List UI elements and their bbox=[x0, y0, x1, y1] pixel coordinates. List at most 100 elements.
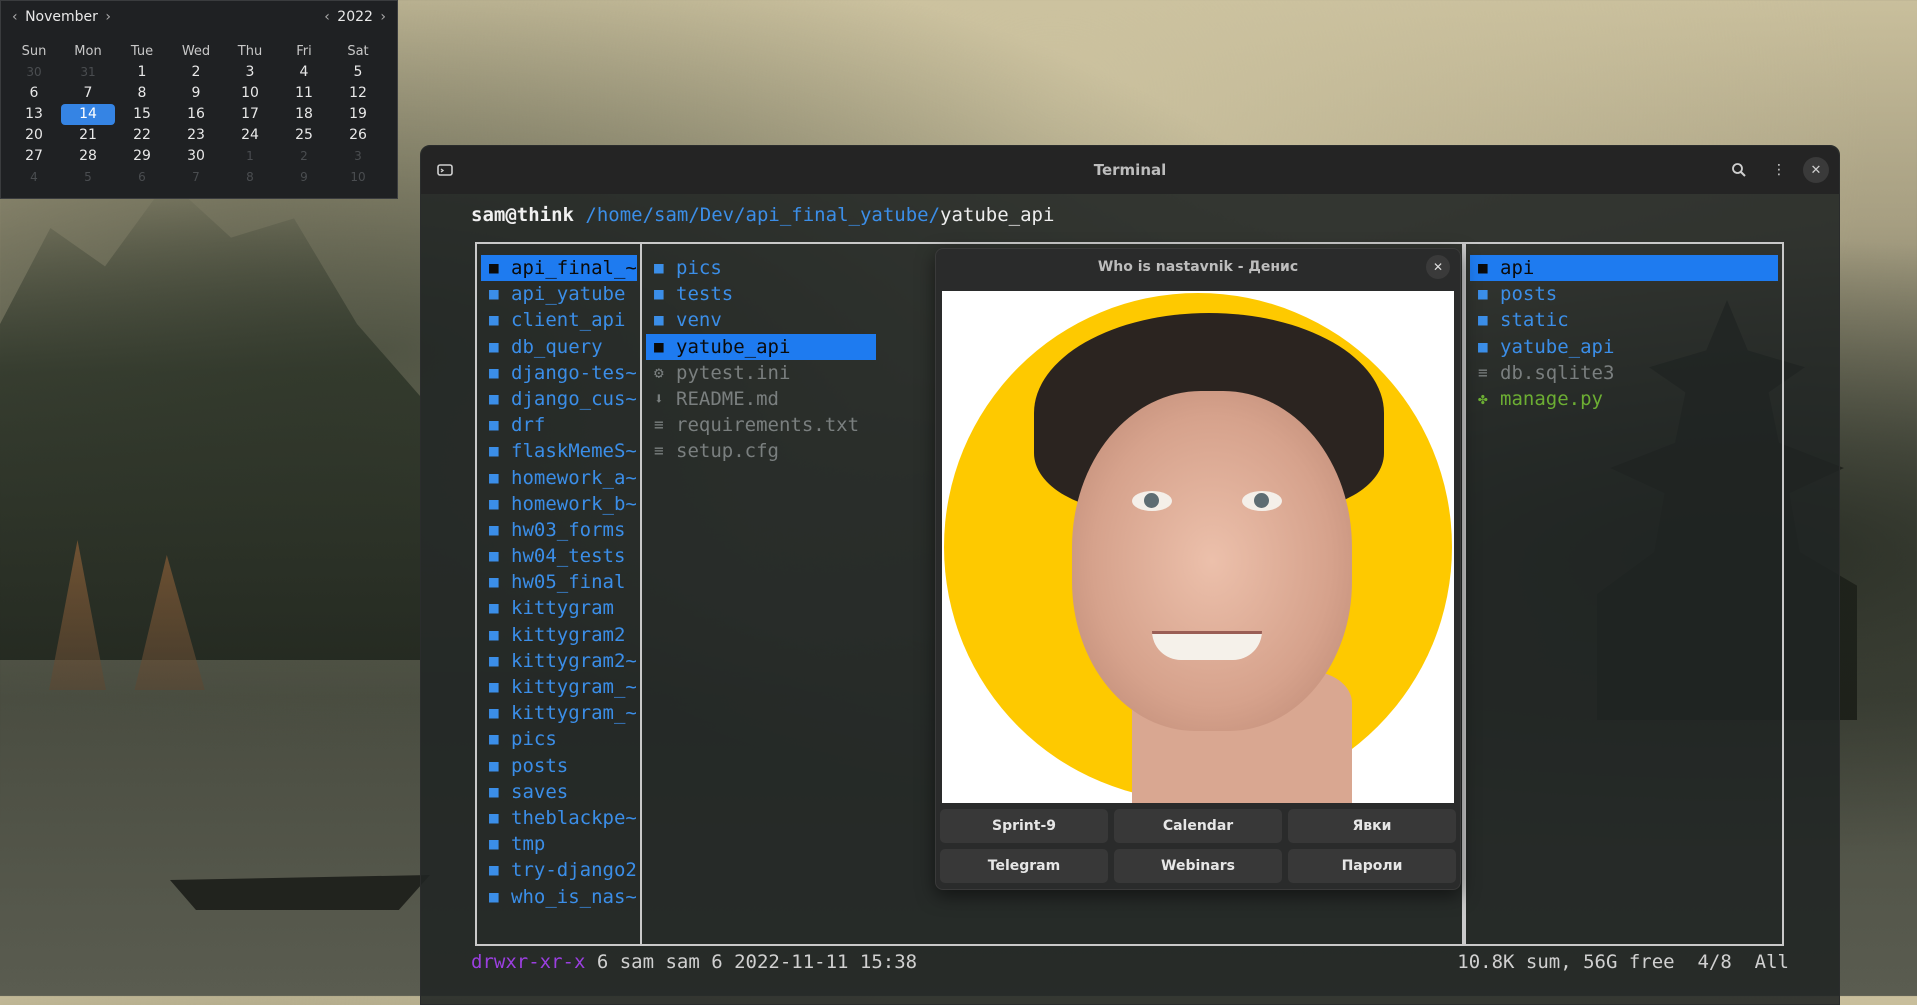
close-icon[interactable]: ✕ bbox=[1803, 157, 1829, 183]
calendar-day[interactable]: 3 bbox=[331, 146, 385, 167]
file-entry[interactable]: ✤ manage.py bbox=[1470, 386, 1778, 412]
calendar-day[interactable]: 6 bbox=[115, 167, 169, 188]
folder-entry[interactable]: ■ pics bbox=[646, 255, 876, 281]
month-next-icon[interactable]: › bbox=[102, 9, 114, 25]
calendar-day[interactable]: 5 bbox=[61, 167, 115, 188]
folder-entry[interactable]: ■ kittygram_~ bbox=[481, 700, 637, 726]
folder-entry[interactable]: ■ kittygram_~ bbox=[481, 674, 637, 700]
calendar-day[interactable]: 28 bbox=[61, 146, 115, 167]
calendar-day[interactable]: 30 bbox=[7, 62, 61, 83]
file-entry[interactable]: ≡ requirements.txt bbox=[646, 412, 876, 438]
calendar-day[interactable]: 12 bbox=[331, 83, 385, 104]
folder-entry[interactable]: ■ drf bbox=[481, 412, 637, 438]
calendar-day[interactable]: 9 bbox=[277, 167, 331, 188]
calendar-day[interactable]: 13 bbox=[7, 104, 61, 125]
month-prev-icon[interactable]: ‹ bbox=[9, 9, 21, 25]
folder-icon: ■ bbox=[489, 415, 499, 435]
popup-close-icon[interactable]: ✕ bbox=[1426, 255, 1450, 279]
calendar-day[interactable]: 17 bbox=[223, 104, 277, 125]
folder-entry[interactable]: ■ db_query bbox=[481, 334, 637, 360]
calendar-day[interactable]: 4 bbox=[7, 167, 61, 188]
popup-button[interactable]: Telegram bbox=[940, 849, 1108, 883]
calendar-day[interactable]: 2 bbox=[169, 62, 223, 83]
calendar-day[interactable]: 5 bbox=[331, 62, 385, 83]
calendar-day[interactable]: 11 bbox=[277, 83, 331, 104]
popup-button[interactable]: Явки bbox=[1288, 809, 1456, 843]
folder-entry[interactable]: ■ api_final_~ bbox=[481, 255, 637, 282]
folder-entry[interactable]: ■ posts bbox=[1470, 281, 1778, 307]
calendar-day[interactable]: 2 bbox=[277, 146, 331, 167]
calendar-day[interactable]: 8 bbox=[115, 83, 169, 104]
calendar-day[interactable]: 26 bbox=[331, 125, 385, 146]
calendar-day[interactable]: 7 bbox=[61, 83, 115, 104]
folder-entry[interactable]: ■ yatube_api bbox=[646, 333, 876, 360]
calendar-day[interactable]: 27 bbox=[7, 146, 61, 167]
file-entry[interactable]: ⬇ README.md bbox=[646, 386, 876, 412]
popup-button[interactable]: Sprint-9 bbox=[940, 809, 1108, 843]
calendar-day[interactable]: 1 bbox=[223, 146, 277, 167]
folder-entry[interactable]: ■ django_cus~ bbox=[481, 386, 637, 412]
year-prev-icon[interactable]: ‹ bbox=[321, 9, 333, 25]
calendar-day[interactable]: 10 bbox=[331, 167, 385, 188]
calendar-day[interactable]: 25 bbox=[277, 125, 331, 146]
folder-entry[interactable]: ■ kittygram bbox=[481, 595, 637, 621]
popup-header[interactable]: Who is nastavnik - Денис ✕ bbox=[936, 249, 1460, 285]
folder-entry[interactable]: ■ try-django2 bbox=[481, 857, 637, 883]
calendar-day[interactable]: 19 bbox=[331, 104, 385, 125]
folder-entry[interactable]: ■ theblackpe~ bbox=[481, 805, 637, 831]
calendar-day[interactable]: 23 bbox=[169, 125, 223, 146]
calendar-day[interactable]: 29 bbox=[115, 146, 169, 167]
calendar-day[interactable]: 21 bbox=[61, 125, 115, 146]
folder-entry[interactable]: ■ api_yatube bbox=[481, 281, 637, 307]
calendar-day[interactable]: 30 bbox=[169, 146, 223, 167]
file-entry[interactable]: ≡ setup.cfg bbox=[646, 438, 876, 464]
terminal-titlebar[interactable]: Terminal ⋮ ✕ bbox=[421, 146, 1839, 194]
folder-entry[interactable]: ■ kittygram2~ bbox=[481, 648, 637, 674]
calendar-day[interactable]: 15 bbox=[115, 104, 169, 125]
calendar-day[interactable]: 22 bbox=[115, 125, 169, 146]
calendar-day[interactable]: 10 bbox=[223, 83, 277, 104]
calendar-day[interactable]: 24 bbox=[223, 125, 277, 146]
folder-entry[interactable]: ■ yatube_api bbox=[1470, 334, 1778, 360]
file-entry[interactable]: ⚙ pytest.ini bbox=[646, 360, 876, 386]
calendar-day[interactable]: 3 bbox=[223, 62, 277, 83]
search-icon[interactable] bbox=[1727, 158, 1751, 182]
calendar-day[interactable]: 4 bbox=[277, 62, 331, 83]
calendar-day-today[interactable]: 14 bbox=[61, 104, 115, 125]
folder-entry[interactable]: ■ django-tes~ bbox=[481, 360, 637, 386]
folder-entry[interactable]: ■ kittygram2 bbox=[481, 622, 637, 648]
year-next-icon[interactable]: › bbox=[377, 9, 389, 25]
menu-icon[interactable]: ⋮ bbox=[1767, 158, 1791, 182]
folder-entry[interactable]: ■ client_api bbox=[481, 307, 637, 333]
folder-entry[interactable]: ■ venv bbox=[646, 307, 876, 333]
calendar-day[interactable]: 16 bbox=[169, 104, 223, 125]
folder-entry[interactable]: ■ homework_a~ bbox=[481, 465, 637, 491]
calendar-day[interactable]: 20 bbox=[7, 125, 61, 146]
popup-button[interactable]: Calendar bbox=[1114, 809, 1282, 843]
calendar-day[interactable]: 7 bbox=[169, 167, 223, 188]
folder-entry[interactable]: ■ homework_b~ bbox=[481, 491, 637, 517]
file-entry[interactable]: ≡ db.sqlite3 bbox=[1470, 360, 1778, 386]
folder-entry[interactable]: ■ posts bbox=[481, 753, 637, 779]
calendar-day[interactable]: 31 bbox=[61, 62, 115, 83]
calendar-day[interactable]: 9 bbox=[169, 83, 223, 104]
calendar-day[interactable]: 1 bbox=[115, 62, 169, 83]
calendar-day[interactable]: 6 bbox=[7, 83, 61, 104]
popup-button[interactable]: Webinars bbox=[1114, 849, 1282, 883]
calendar-year-label[interactable]: 2022 bbox=[337, 9, 373, 25]
folder-entry[interactable]: ■ hw03_forms bbox=[481, 517, 637, 543]
folder-entry[interactable]: ■ pics bbox=[481, 726, 637, 752]
folder-entry[interactable]: ■ static bbox=[1470, 307, 1778, 333]
folder-entry[interactable]: ■ api bbox=[1470, 255, 1778, 282]
folder-entry[interactable]: ■ hw04_tests bbox=[481, 543, 637, 569]
folder-entry[interactable]: ■ tests bbox=[646, 281, 876, 307]
folder-entry[interactable]: ■ hw05_final bbox=[481, 569, 637, 595]
folder-entry[interactable]: ■ tmp bbox=[481, 831, 637, 857]
calendar-day[interactable]: 18 bbox=[277, 104, 331, 125]
calendar-month-label[interactable]: November bbox=[25, 9, 98, 25]
folder-entry[interactable]: ■ saves bbox=[481, 779, 637, 805]
folder-entry[interactable]: ■ who_is_nas~ bbox=[481, 884, 637, 910]
folder-entry[interactable]: ■ flaskMemeS~ bbox=[481, 438, 637, 464]
calendar-day[interactable]: 8 bbox=[223, 167, 277, 188]
popup-button[interactable]: Пароли bbox=[1288, 849, 1456, 883]
